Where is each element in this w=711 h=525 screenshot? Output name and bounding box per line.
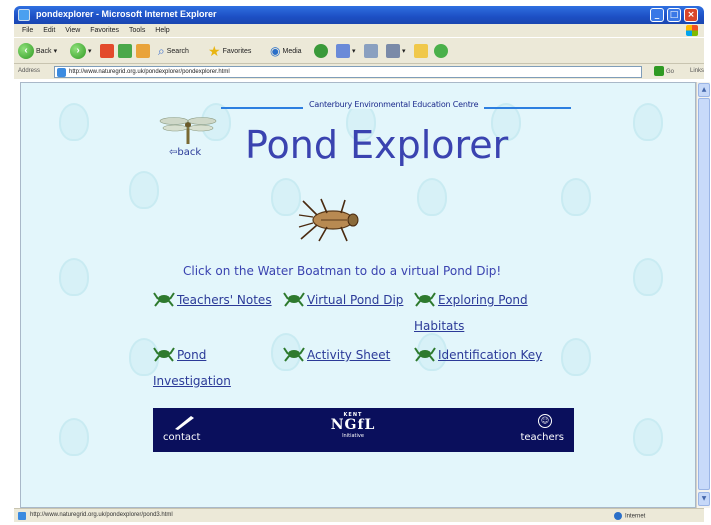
centre-name: Canterbury Environmental Education Centr… xyxy=(303,100,485,109)
ie-icon xyxy=(18,9,30,21)
frog-icon xyxy=(283,347,305,362)
address-label: Address xyxy=(18,68,41,74)
status-bar: http://www.naturegrid.org.uk/pondexplore… xyxy=(14,508,704,522)
edit-icon xyxy=(386,44,400,58)
messenger-button[interactable] xyxy=(434,42,448,60)
stop-icon xyxy=(100,44,114,58)
search-icon: ⌕ xyxy=(158,43,165,58)
mail-icon xyxy=(336,44,350,58)
chevron-down-icon: ▾ xyxy=(88,48,92,55)
smiley-icon: ☺ xyxy=(538,414,552,428)
windows-logo-icon xyxy=(686,25,698,36)
address-bar: Address http://www.naturegrid.org.uk/pon… xyxy=(14,63,704,79)
watermark-beetle-icon xyxy=(561,178,591,216)
chevron-down-icon: ▾ xyxy=(352,48,356,55)
frog-icon xyxy=(283,292,305,307)
search-button[interactable]: ⌕ Search xyxy=(158,42,189,60)
menu-favorites[interactable]: Favorites xyxy=(90,24,119,37)
window-titlebar: pondexplorer - Microsoft Internet Explor… xyxy=(14,6,704,24)
menu-view[interactable]: View xyxy=(65,24,80,37)
page-icon xyxy=(57,68,66,77)
print-icon xyxy=(364,44,378,58)
go-button[interactable]: Go xyxy=(654,66,682,78)
instruction-text: Click on the Water Boatman to do a virtu… xyxy=(183,264,502,278)
media-button[interactable]: ◉ Media xyxy=(270,42,302,60)
scroll-down-icon[interactable]: ▼ xyxy=(698,492,710,506)
refresh-icon xyxy=(118,44,132,58)
status-text: http://www.naturegrid.org.uk/pondexplore… xyxy=(30,512,173,518)
contact-link[interactable]: contact xyxy=(163,432,200,443)
page-icon xyxy=(18,512,26,520)
menu-edit[interactable]: Edit xyxy=(43,24,55,37)
frog-icon xyxy=(414,292,436,307)
menu-help[interactable]: Help xyxy=(155,24,169,37)
ngfl-logo[interactable]: KENT NGfL Initiative xyxy=(323,412,383,448)
pen-icon xyxy=(175,416,194,430)
messenger-icon xyxy=(434,44,448,58)
toolbar: ‹ Back ▾ › ▾ ⌕ Search ★ Favorites ◉ Medi… xyxy=(14,37,704,63)
forward-arrow-icon: › xyxy=(70,43,86,59)
page-viewport: Canterbury Environmental Education Centr… xyxy=(20,82,696,508)
back-button[interactable]: ‹ Back ▾ xyxy=(18,42,57,60)
watermark-beetle-icon xyxy=(59,258,89,296)
watermark-beetle-icon xyxy=(633,418,663,456)
frog-icon xyxy=(153,347,175,362)
back-link[interactable]: ⇦back xyxy=(169,147,201,158)
scroll-thumb[interactable] xyxy=(698,98,710,490)
close-button[interactable]: × xyxy=(684,8,698,22)
back-arrow-icon: ‹ xyxy=(18,43,34,59)
watermark-beetle-icon xyxy=(633,103,663,141)
star-icon: ★ xyxy=(208,42,221,59)
page-title: Pond Explorer xyxy=(245,123,509,167)
watermark-beetle-icon xyxy=(129,171,159,209)
maximize-button[interactable]: □ xyxy=(667,8,681,22)
stop-button[interactable] xyxy=(100,42,114,60)
window-title: pondexplorer - Microsoft Internet Explor… xyxy=(36,9,217,19)
print-button[interactable] xyxy=(364,42,378,60)
forward-button[interactable]: › ▾ xyxy=(70,42,92,60)
mail-button[interactable]: ▾ xyxy=(336,42,356,60)
link-pond-investigation[interactable]: Pond Investigation xyxy=(153,342,283,394)
watermark-beetle-icon xyxy=(59,418,89,456)
footer-banner: contact KENT NGfL Initiative ☺ teachers xyxy=(153,408,574,452)
address-url: http://www.naturegrid.org.uk/pondexplore… xyxy=(69,69,230,75)
chevron-down-icon: ▾ xyxy=(402,48,406,55)
link-teachers-notes[interactable]: Teachers' Notes xyxy=(153,287,283,313)
link-activity-sheet[interactable]: Activity Sheet xyxy=(283,342,413,368)
vertical-scrollbar[interactable]: ▲ ▼ xyxy=(696,82,710,508)
folder-icon xyxy=(414,44,428,58)
link-virtual-pond-dip[interactable]: Virtual Pond Dip xyxy=(283,287,413,313)
frog-icon xyxy=(414,347,436,362)
media-icon: ◉ xyxy=(270,44,281,58)
refresh-button[interactable] xyxy=(118,42,132,60)
address-input[interactable]: http://www.naturegrid.org.uk/pondexplore… xyxy=(54,66,642,78)
link-exploring-pond-habitats[interactable]: Exploring Pond Habitats xyxy=(414,287,554,339)
globe-icon xyxy=(614,512,622,520)
scroll-up-icon[interactable]: ▲ xyxy=(698,83,710,97)
dragonfly-icon xyxy=(159,117,217,144)
watermark-beetle-icon xyxy=(633,258,663,296)
water-boatman-button[interactable] xyxy=(297,195,369,245)
go-arrow-icon xyxy=(654,66,664,77)
menu-bar: File Edit View Favorites Tools Help xyxy=(14,24,704,37)
history-button[interactable] xyxy=(314,42,328,60)
teachers-link[interactable]: teachers xyxy=(520,432,564,443)
chevron-down-icon: ▾ xyxy=(53,48,58,55)
edit-button[interactable]: ▾ xyxy=(386,42,406,60)
link-identification-key[interactable]: Identification Key xyxy=(414,342,554,368)
watermark-beetle-icon xyxy=(561,338,591,376)
links-button[interactable]: Links xyxy=(690,68,704,74)
watermark-beetle-icon xyxy=(417,178,447,216)
favorites-button[interactable]: ★ Favorites xyxy=(208,42,251,60)
menu-file[interactable]: File xyxy=(22,24,33,37)
home-icon xyxy=(136,44,150,58)
security-zone: Internet xyxy=(614,512,645,520)
folder-button[interactable] xyxy=(414,42,428,60)
home-button[interactable] xyxy=(136,42,150,60)
menu-tools[interactable]: Tools xyxy=(129,24,145,37)
frog-icon xyxy=(153,292,175,307)
history-icon xyxy=(314,44,328,58)
watermark-beetle-icon xyxy=(59,103,89,141)
minimize-button[interactable]: _ xyxy=(650,8,664,22)
